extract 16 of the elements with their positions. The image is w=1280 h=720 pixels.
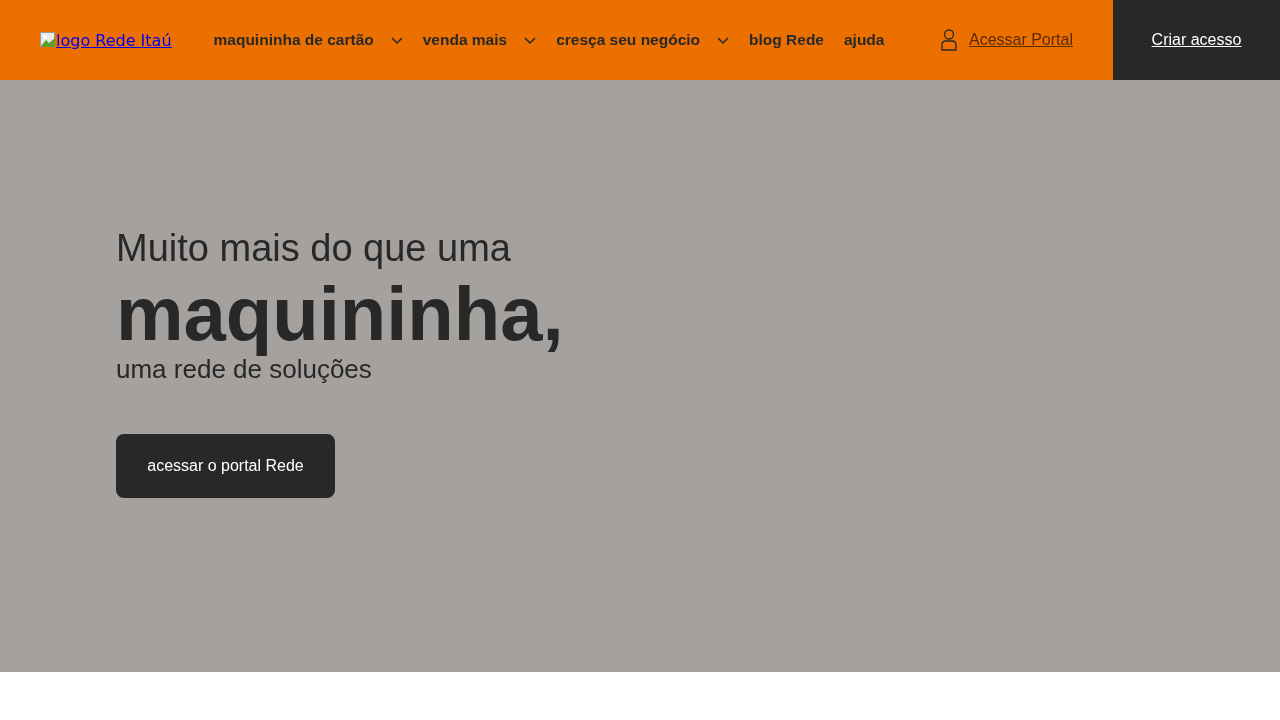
nav-link[interactable]: blog Rede [749, 31, 824, 49]
broken-image-icon [40, 32, 56, 48]
chevron-down-icon [717, 36, 730, 44]
chevron-down-icon [390, 36, 403, 44]
nav-menu-item[interactable]: cresça seu negócio [556, 31, 730, 49]
portal-link[interactable]: Acessar Portal [940, 29, 1073, 51]
nav-link[interactable]: ajuda [843, 31, 885, 49]
nav-menu-item[interactable]: maquininha de cartão [213, 31, 403, 49]
nav-menu-item[interactable]: venda mais [422, 31, 537, 49]
logo-link[interactable]: logo Rede Itaú [40, 30, 172, 50]
hero-headline: maquininha, [116, 274, 564, 354]
chevron-down-icon [524, 36, 537, 44]
user-icon [940, 29, 957, 51]
signup-button[interactable]: Criar acesso [1113, 0, 1280, 80]
hero-kicker: Muito mais do que uma [116, 226, 511, 270]
portal-cta-button[interactable]: acessar o portal Rede [116, 434, 335, 498]
